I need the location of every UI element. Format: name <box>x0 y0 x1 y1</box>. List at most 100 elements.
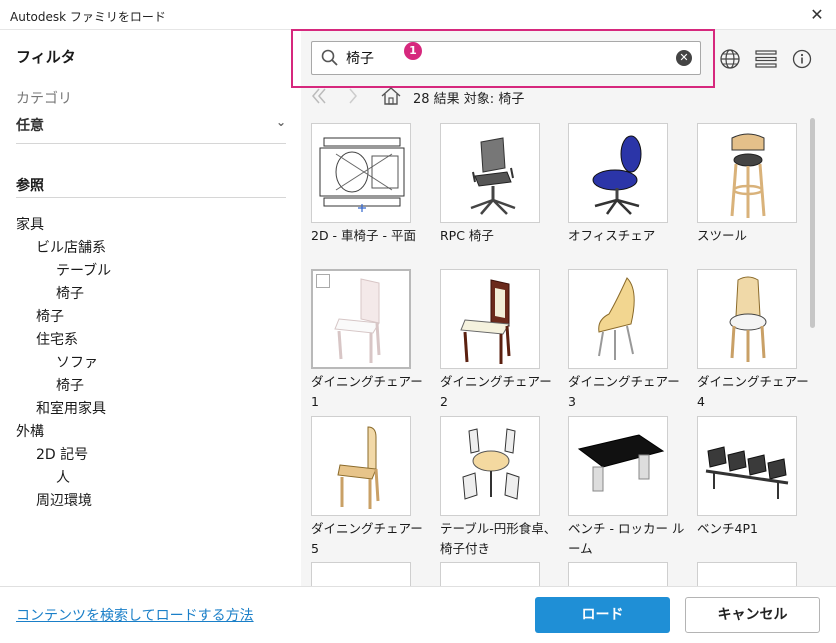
family-card[interactable]: スツール <box>697 123 811 246</box>
search-icon <box>321 49 338 66</box>
family-card[interactable] <box>440 562 560 586</box>
stool-icon <box>730 133 766 218</box>
family-caption: ダイニングチェアー1 <box>311 374 423 409</box>
filter-sidebar: フィルタ カテゴリ 任意 ⌄ 参照 家具 ビル店舗系 テーブル 椅子 椅子 住宅系 ソファ椅… <box>0 30 301 586</box>
tree-item[interactable]: 人 <box>16 467 286 490</box>
family-caption: ダイニングチェアー2 <box>440 374 552 409</box>
family-caption: ダイニングチェアー3 <box>568 374 680 409</box>
vertical-scrollbar[interactable] <box>810 118 815 328</box>
family-card[interactable]: 2D - 車椅子 - 平面 <box>311 123 431 246</box>
family-thumbnail[interactable] <box>568 269 668 369</box>
tree-item[interactable]: ソファ <box>16 352 286 375</box>
family-thumbnail[interactable] <box>440 562 540 586</box>
family-card[interactable]: RPC 椅子 <box>440 123 560 246</box>
category-value: 任意 <box>16 118 44 134</box>
tree-item[interactable]: 椅子 <box>16 306 286 329</box>
dining-chair-round-icon <box>729 276 767 362</box>
step-badge: 1 <box>404 42 422 60</box>
dining-chair-brown-icon <box>460 279 511 364</box>
tree-item[interactable]: テーブル <box>16 260 286 283</box>
family-thumbnail[interactable] <box>440 269 540 369</box>
family-thumbnail[interactable] <box>440 416 540 516</box>
family-thumbnail[interactable] <box>311 562 411 586</box>
locker-bench-icon <box>577 434 665 492</box>
family-thumbnail[interactable] <box>697 123 797 223</box>
family-caption: ベンチ - ロッカー ルーム <box>568 521 685 556</box>
family-thumbnail[interactable] <box>311 123 411 223</box>
family-card[interactable] <box>697 562 811 586</box>
family-grid: 2D - 車椅子 - 平面 RPC 椅子 オフィスチェア スツールダイニングチェアー1… <box>311 123 811 586</box>
help-link[interactable]: コンテンツを検索してロードする方法 <box>16 605 254 625</box>
tree-item[interactable]: 家具 <box>16 214 286 237</box>
tree-item[interactable]: 周辺環境 <box>16 490 286 513</box>
close-icon[interactable]: ✕ <box>806 4 828 26</box>
family-caption: テーブル-円形食卓、椅子付き <box>440 521 557 556</box>
tree-item[interactable]: 椅子 <box>16 375 286 398</box>
family-card[interactable]: ダイニングチェアー4 <box>697 269 811 412</box>
back-chevron-icon[interactable] <box>309 86 329 106</box>
tree-item[interactable]: ビル店舗系 <box>16 237 286 260</box>
category-tree: 家具 ビル店舗系 テーブル 椅子 椅子 住宅系 ソファ 椅子 和室用家具 外構 2D 記号人周辺環境 <box>16 214 286 513</box>
browse-heading: 参照 <box>16 178 44 194</box>
family-card[interactable]: ベンチ4P1 <box>697 416 811 539</box>
divider <box>16 143 286 144</box>
family-caption: ダイニングチェアー4 <box>697 374 809 409</box>
title-bar: Autodesk ファミリをロード ✕ <box>0 0 836 30</box>
family-caption: スツール <box>697 228 748 243</box>
family-card[interactable] <box>568 562 688 586</box>
home-icon[interactable] <box>380 86 402 106</box>
search-box[interactable]: ✕ <box>311 41 701 75</box>
family-card[interactable]: ダイニングチェアー1 <box>311 269 431 412</box>
family-card[interactable]: ダイニングチェアー5 <box>311 416 431 559</box>
family-card[interactable] <box>311 562 431 586</box>
category-label: カテゴリ <box>16 91 72 107</box>
clear-search-icon[interactable]: ✕ <box>676 50 692 66</box>
tree-item[interactable]: 外構 <box>16 421 286 444</box>
office-chair-gray-icon <box>470 137 516 215</box>
bench-4-seat-icon <box>705 446 789 499</box>
list-view-icon[interactable] <box>755 48 777 70</box>
chevron-down-icon: ⌄ <box>275 115 286 129</box>
family-caption: ダイニングチェアー5 <box>311 521 423 556</box>
family-thumbnail[interactable] <box>568 416 668 516</box>
dining-chair-shell-icon <box>598 277 635 360</box>
family-caption: 2D - 車椅子 - 平面 <box>311 228 416 243</box>
family-thumbnail[interactable] <box>697 562 797 586</box>
search-input[interactable] <box>346 48 666 68</box>
family-caption: ベンチ4P1 <box>697 521 758 536</box>
family-card[interactable]: テーブル-円形食卓、椅子付き <box>440 416 560 559</box>
cancel-button[interactable]: キャンセル <box>685 597 820 633</box>
dining-chair-wood-icon <box>337 426 380 509</box>
window-title: Autodesk ファミリをロード <box>10 10 166 24</box>
category-dropdown[interactable]: 任意 ⌄ <box>16 115 286 137</box>
tree-item[interactable]: 住宅系 <box>16 329 286 352</box>
divider <box>16 197 286 198</box>
family-card[interactable]: ダイニングチェアー3 <box>568 269 688 412</box>
filter-heading: フィルタ <box>16 48 76 66</box>
family-caption: オフィスチェア <box>568 228 656 243</box>
family-thumbnail[interactable] <box>568 562 668 586</box>
load-button[interactable]: ロード <box>535 597 670 633</box>
tree-item[interactable]: 2D 記号 <box>16 444 286 467</box>
forward-chevron-icon[interactable] <box>344 86 364 106</box>
family-thumbnail[interactable] <box>568 123 668 223</box>
family-card[interactable]: オフィスチェア <box>568 123 688 246</box>
dialog-footer: コンテンツを検索してロードする方法 ロード キャンセル <box>0 586 836 643</box>
globe-icon[interactable] <box>719 48 741 70</box>
tree-item[interactable]: 和室用家具 <box>16 398 286 421</box>
family-card[interactable]: ベンチ - ロッカー ルーム <box>568 416 688 559</box>
family-thumbnail[interactable] <box>697 416 797 516</box>
result-summary: 28 結果 対象: 椅子 <box>413 92 525 107</box>
family-thumbnail[interactable] <box>697 269 797 369</box>
family-thumbnail[interactable] <box>311 416 411 516</box>
tree-item[interactable]: 椅子 <box>16 283 286 306</box>
family-thumbnail[interactable] <box>440 123 540 223</box>
info-icon[interactable] <box>791 48 813 70</box>
office-chair-blue-icon <box>592 135 642 215</box>
family-thumbnail[interactable] <box>311 269 411 369</box>
family-caption: RPC 椅子 <box>440 228 494 243</box>
select-checkbox[interactable] <box>316 274 330 288</box>
round-table-set-icon <box>462 428 520 500</box>
family-card[interactable]: ダイニングチェアー2 <box>440 269 560 412</box>
wheelchair-plan-icon <box>319 137 405 212</box>
